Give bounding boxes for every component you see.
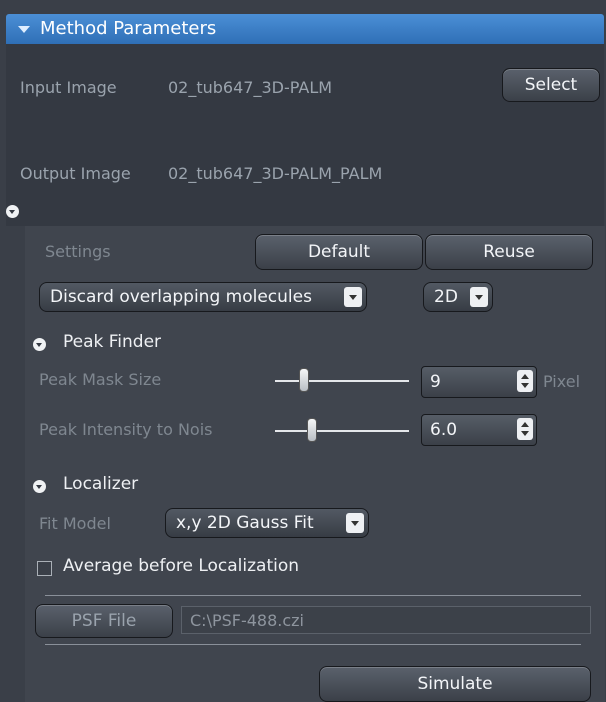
spinner-arrows-icon[interactable] [517, 418, 533, 440]
default-button[interactable]: Default [255, 234, 423, 270]
settings-section: Settings Default Reuse Discard overlappi… [25, 226, 605, 702]
collapse-circle-icon[interactable] [6, 205, 19, 218]
peak-intensity-spinbox[interactable]: 6.0 [421, 414, 537, 446]
localizer-collapse-icon[interactable] [33, 480, 46, 493]
image-section: Input Image 02_tub647_3D-PALM Select Out… [6, 44, 604, 226]
output-image-label: Output Image [20, 164, 131, 183]
peak-finder-title: Peak Finder [63, 332, 162, 352]
method-parameters-header[interactable]: Method Parameters [6, 14, 604, 44]
dimension-dropdown[interactable]: 2D [423, 282, 493, 312]
overlap-dropdown-value: Discard overlapping molecules [50, 287, 312, 307]
collapse-triangle-icon[interactable] [18, 26, 30, 33]
peak-mask-size-spinbox[interactable]: 9 [421, 366, 537, 398]
simulate-button[interactable]: Simulate [319, 666, 591, 702]
select-button[interactable]: Select [502, 68, 600, 102]
header-title: Method Parameters [40, 18, 217, 39]
reuse-button[interactable]: Reuse [425, 234, 593, 270]
peak-mask-size-slider-handle[interactable] [299, 368, 309, 392]
divider [45, 595, 581, 596]
peak-mask-size-slider-track[interactable] [275, 380, 409, 382]
average-before-localization-label: Average before Localization [63, 556, 300, 576]
psf-file-button[interactable]: PSF File [35, 604, 173, 638]
dropdown-arrow-icon [346, 513, 364, 533]
overlap-dropdown[interactable]: Discard overlapping molecules [39, 282, 367, 312]
peak-finder-collapse-icon[interactable] [33, 338, 46, 351]
method-parameters-panel: Method Parameters Input Image 02_tub647_… [0, 0, 606, 702]
fit-model-value: x,y 2D Gauss Fit [176, 513, 314, 533]
peak-mask-size-value: 9 [430, 372, 441, 392]
peak-mask-size-unit: Pixel [543, 372, 581, 391]
localizer-title: Localizer [63, 474, 139, 494]
dropdown-arrow-icon [344, 287, 362, 307]
dimension-dropdown-value: 2D [434, 287, 458, 307]
fit-model-dropdown[interactable]: x,y 2D Gauss Fit [165, 508, 369, 538]
psf-file-path-field[interactable]: C:\PSF-488.czi [181, 606, 591, 634]
peak-mask-size-label: Peak Mask Size [39, 370, 162, 389]
peak-intensity-slider-track[interactable] [275, 430, 409, 432]
peak-intensity-slider-handle[interactable] [307, 418, 317, 442]
peak-intensity-label: Peak Intensity to Nois [39, 420, 213, 439]
dropdown-arrow-icon [470, 287, 488, 307]
average-before-localization-checkbox[interactable] [37, 561, 52, 576]
divider [45, 644, 581, 645]
input-image-value: 02_tub647_3D-PALM [168, 78, 333, 97]
output-image-value: 02_tub647_3D-PALM_PALM [168, 164, 383, 183]
peak-intensity-value: 6.0 [430, 420, 458, 440]
input-image-label: Input Image [20, 78, 117, 97]
fit-model-label: Fit Model [39, 514, 111, 533]
spinner-arrows-icon[interactable] [517, 370, 533, 392]
settings-label: Settings [45, 242, 111, 261]
